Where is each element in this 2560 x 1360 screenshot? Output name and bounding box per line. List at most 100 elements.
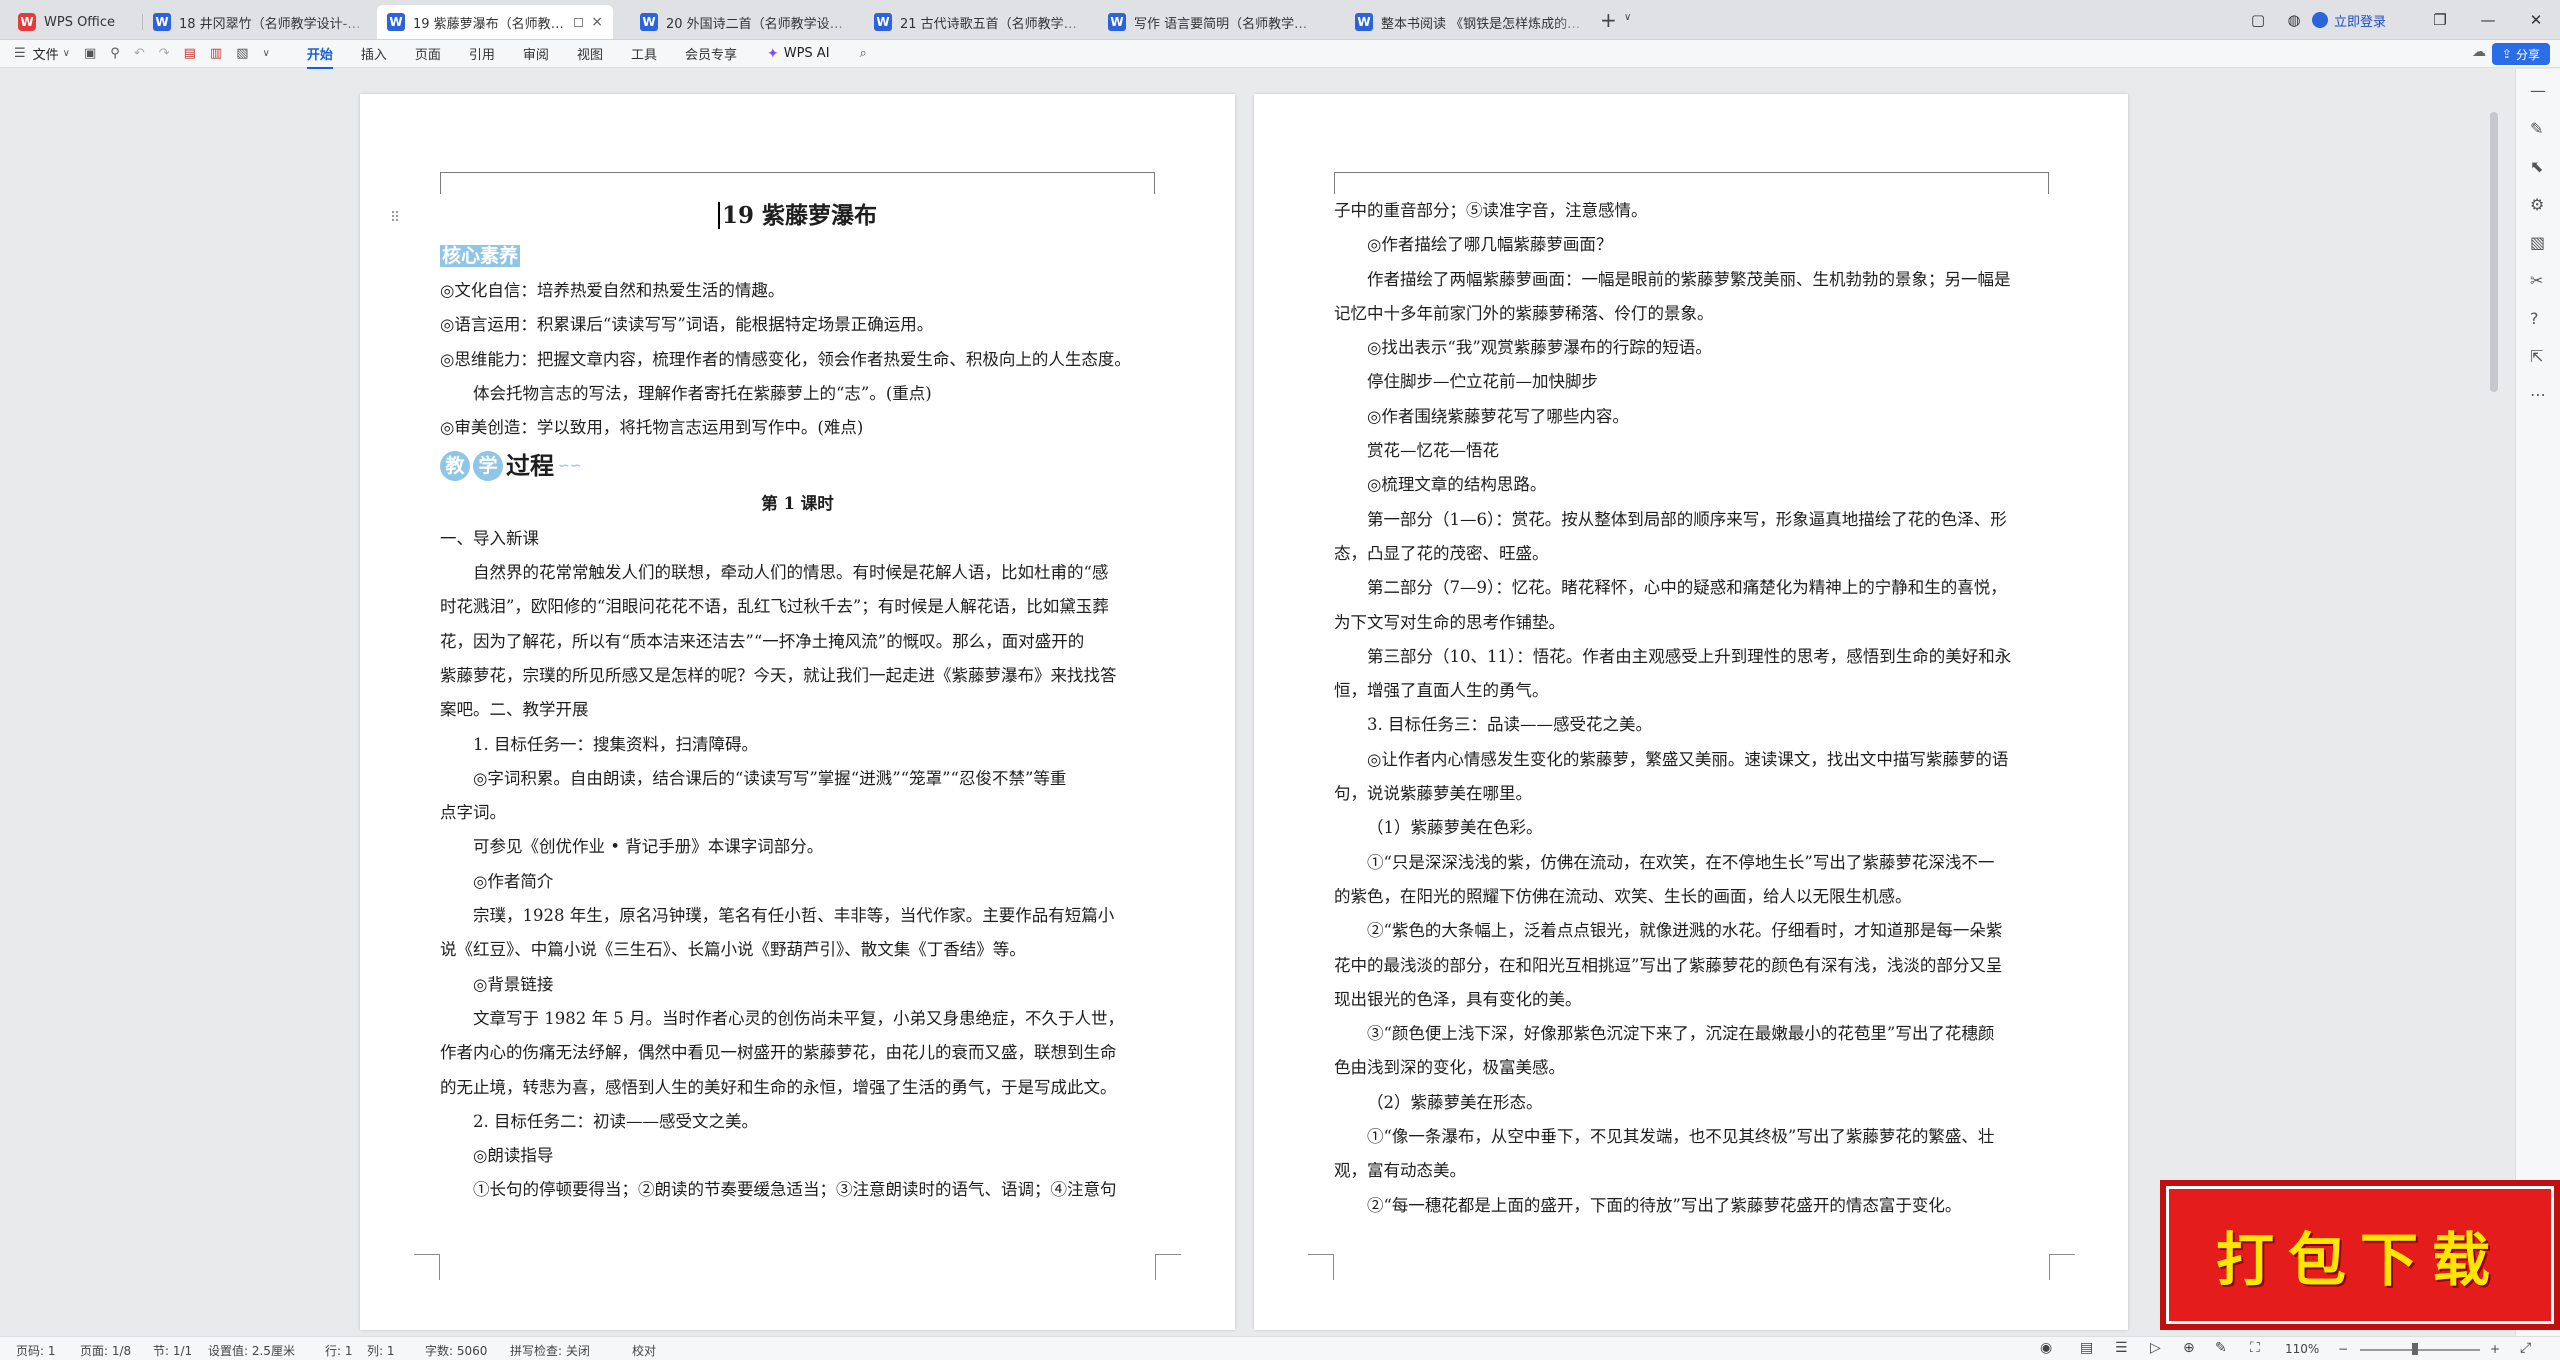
- drag-handle-icon[interactable]: ⠿: [390, 210, 400, 226]
- download-badge-label: 打包下载: [2215, 1226, 2504, 1294]
- body-line: 2. 目标任务二：初读——感受文之美。: [473, 1111, 758, 1131]
- body-line: ①长句的停顿要得当；②朗读的节奏要缓急适当；③注意朗读时的语气、语调；④注意句: [473, 1180, 1117, 1200]
- body-line: 说《红豆》、中篇小说《三生石》、长篇小说《野葫芦引》、散文集《丁香结》等。: [440, 940, 1026, 960]
- tab-member[interactable]: 会员专享: [685, 40, 737, 67]
- tab-insert[interactable]: 插入: [361, 40, 387, 67]
- format-icon[interactable]: ▧: [236, 46, 248, 61]
- cloud-sync-icon[interactable]: ☁: [2472, 44, 2486, 60]
- tab-label: WPS Office: [44, 14, 116, 30]
- body-line: ◎作者围绕紫藤萝花写了哪些内容。: [1367, 406, 1629, 426]
- chevron-down-icon[interactable]: ∨: [63, 48, 70, 59]
- search-icon[interactable]: ⌕: [860, 46, 867, 61]
- zoom-out-icon[interactable]: −: [2338, 1342, 2348, 1356]
- wps-ai-button[interactable]: ✦ WPS AI: [767, 46, 830, 62]
- pen-mode-icon[interactable]: ✎: [2215, 1340, 2227, 1356]
- body-line: 恒，增强了直面人生的勇气。: [1334, 681, 1549, 701]
- body-line: 的无止境，转悲为喜，感悟到人生的美好和生命的永恒，增强了生活的勇气，于是写成此文…: [440, 1077, 1117, 1097]
- tab-view[interactable]: 视图: [577, 40, 603, 67]
- close-window-icon[interactable]: ✕: [2512, 11, 2560, 29]
- body-line: 花中的最浅淡的部分，在和阳光互相挑逗”写出了紫藤萝花的颜色有深有浅，浅淡的部分又…: [1334, 955, 2003, 975]
- zoom-slider[interactable]: [2360, 1349, 2480, 1351]
- status-proofread[interactable]: 校对: [632, 1342, 656, 1359]
- status-setting[interactable]: 设置值: 2.5厘米: [208, 1342, 295, 1359]
- restore-icon[interactable]: ❐: [2416, 11, 2464, 29]
- image-icon[interactable]: ▧: [2530, 233, 2545, 252]
- status-section[interactable]: 节: 1/1: [153, 1342, 192, 1359]
- status-word-count[interactable]: 字数: 5060: [425, 1342, 487, 1359]
- tools-icon[interactable]: ✂: [2530, 271, 2543, 290]
- pen-icon[interactable]: ✎: [2530, 119, 2543, 138]
- print-icon[interactable]: ▥: [210, 46, 222, 61]
- status-row[interactable]: 行: 1: [325, 1342, 353, 1359]
- play-icon[interactable]: ▷: [2150, 1340, 2161, 1356]
- fit-icon[interactable]: ⛶: [2250, 1340, 2260, 1356]
- minimize-icon[interactable]: —: [2464, 11, 2512, 29]
- status-page-count[interactable]: 页面: 1/8: [80, 1342, 131, 1359]
- body-line: 案吧。二、教学开展: [440, 700, 589, 720]
- tab-bar: W WPS Office W 18 井冈翠竹（名师教学设计-简案） W 19 紫…: [0, 0, 2560, 40]
- new-tab-button[interactable]: +: [1600, 8, 1617, 32]
- file-menu[interactable]: 文件: [33, 44, 59, 63]
- web-view-icon[interactable]: ⊕: [2183, 1340, 2195, 1356]
- zoom-in-icon[interactable]: +: [2490, 1342, 2500, 1356]
- hamburger-icon[interactable]: ☰: [14, 46, 26, 61]
- status-spell-check[interactable]: 拼写检查: 关闭: [510, 1342, 590, 1359]
- core-item: 体会托物言志的写法，理解作者寄托在紫藤萝上的“志”。(重点): [473, 383, 932, 403]
- close-tab-icon[interactable]: ×: [591, 14, 603, 30]
- share-button[interactable]: ⇪ 分享: [2491, 43, 2550, 65]
- outline-view-icon[interactable]: ☰: [2115, 1340, 2128, 1356]
- fullscreen-icon[interactable]: ⤢: [2520, 1340, 2531, 1356]
- eye-protect-icon[interactable]: ◉: [2040, 1340, 2052, 1356]
- layout-icon[interactable]: ▢: [2240, 11, 2276, 29]
- tab-doc-writing[interactable]: W 写作 语言要简明（名师教学设计-简案）: [1098, 5, 1330, 39]
- page-view-icon[interactable]: ▤: [2080, 1340, 2093, 1356]
- adjust-icon[interactable]: ⚙: [2530, 195, 2544, 214]
- tab-wps-home[interactable]: W WPS Office: [8, 5, 143, 39]
- tab-doc-21[interactable]: W 21 古代诗歌五首（名师教学设计-简案）: [864, 5, 1096, 39]
- tab-doc-20[interactable]: W 20 外国诗二首（名师教学设计-简案）: [630, 5, 862, 39]
- collapse-icon[interactable]: —: [2530, 81, 2546, 100]
- redo-icon[interactable]: ↷: [159, 46, 170, 61]
- new-tab-dropdown-icon[interactable]: ∨: [1624, 12, 1631, 23]
- body-line: 时花溅泪”，欧阳修的“泪眼问花花不语，乱红飞过秋千去”；有时候是人解花语，比如黛…: [440, 597, 1109, 617]
- document-page-1[interactable]: ⠿ 19 紫藤萝瀑布 核心素养 ◎文化自信：培养热爱自然和热爱生活的情趣。 ◎语…: [360, 94, 1235, 1330]
- tab-home[interactable]: 开始: [306, 40, 333, 69]
- more-icon[interactable]: ⋯: [2530, 385, 2546, 404]
- crop-mark: [2049, 1254, 2075, 1280]
- body-line: 子中的重音部分；⑤读准字音，注意感情。: [1334, 201, 1648, 220]
- skin-icon[interactable]: ◍: [2276, 11, 2312, 29]
- save-icon[interactable]: ▣: [84, 46, 96, 61]
- body-line: ◎梳理文章的结构思路。: [1367, 475, 1547, 495]
- status-col[interactable]: 列: 1: [367, 1342, 395, 1359]
- vertical-scrollbar[interactable]: [2490, 112, 2498, 392]
- zoom-level[interactable]: 110%: [2285, 1342, 2319, 1356]
- body-line: 文章写于 1982 年 5 月。当时作者心灵的创伤尚未平复，小弟又身患绝症，不久…: [473, 1008, 1124, 1028]
- tab-doc-19-active[interactable]: W 19 紫藤萝瀑布（名师教学设计-简案） ×: [377, 5, 613, 39]
- body-line: 点字词。: [440, 803, 506, 823]
- help-icon[interactable]: ?: [2530, 309, 2539, 328]
- more-chevron-icon[interactable]: ∨: [263, 48, 270, 59]
- body-line: ◎作者简介: [473, 871, 554, 891]
- crop-mark: [414, 1254, 440, 1280]
- page-2-content: 子中的重音部分；⑤读准字音，注意感情。 ◎作者描绘了哪几幅紫藤萝画面？ 作者描绘…: [1334, 194, 2049, 1223]
- body-line: ◎朗读指导: [473, 1146, 554, 1166]
- undo-icon[interactable]: ↶: [134, 46, 145, 61]
- word-doc-icon: W: [874, 13, 892, 31]
- tab-reference[interactable]: 引用: [469, 40, 495, 67]
- status-page-num[interactable]: 页码: 1: [16, 1342, 56, 1359]
- tab-review[interactable]: 审阅: [523, 40, 549, 67]
- tab-page[interactable]: 页面: [415, 40, 441, 67]
- document-page-2[interactable]: 子中的重音部分；⑤读准字音，注意感情。 ◎作者描绘了哪几幅紫藤萝画面？ 作者描绘…: [1254, 94, 2128, 1330]
- pdf-icon[interactable]: ▤: [184, 46, 196, 61]
- search-doc-icon[interactable]: ⚲: [110, 46, 120, 61]
- download-badge[interactable]: 打包下载: [2160, 1180, 2560, 1330]
- login-button[interactable]: 立即登录: [2311, 11, 2386, 30]
- share-panel-icon[interactable]: ⇱: [2530, 347, 2543, 366]
- select-cursor-icon[interactable]: ⬉: [2530, 157, 2543, 176]
- tab-doc-reading[interactable]: W 整本书阅读 《钢铁是怎样炼成的》（: [1345, 5, 1593, 39]
- core-item: ◎语言运用：积累课后“读读写写”词语，能根据特定场景正确运用。: [440, 315, 934, 335]
- zoom-slider-handle[interactable]: [2412, 1343, 2418, 1355]
- crop-mark: [1308, 1254, 1334, 1280]
- tab-doc-18[interactable]: W 18 井冈翠竹（名师教学设计-简案）: [143, 5, 375, 39]
- tab-tools[interactable]: 工具: [631, 40, 657, 67]
